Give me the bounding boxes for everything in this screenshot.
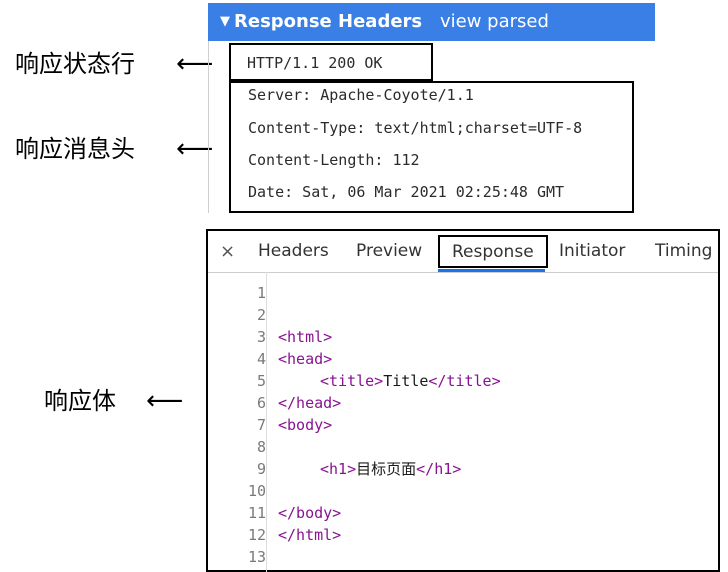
section-divider bbox=[208, 41, 209, 213]
status-line-box: HTTP/1.1 200 OK bbox=[229, 43, 433, 81]
close-icon[interactable]: × bbox=[220, 231, 235, 272]
line-number: 6 bbox=[256, 394, 266, 412]
line-number: 10 bbox=[247, 482, 266, 500]
line-number: 3 bbox=[256, 328, 266, 346]
code-text: <html> bbox=[278, 328, 333, 346]
header-line: Date: Sat, 06 Mar 2021 02:25:48 GMT bbox=[248, 183, 565, 201]
headers-box: Server: Apache-Coyote/1.1 Content-Type: … bbox=[229, 81, 634, 213]
tab-initiator[interactable]: Initiator bbox=[559, 231, 625, 272]
code-content: Title bbox=[383, 372, 429, 390]
code-text: </head> bbox=[278, 394, 342, 412]
line-number: 8 bbox=[256, 438, 266, 456]
code-text: <head> bbox=[278, 350, 333, 368]
code-text: </body> bbox=[278, 504, 342, 522]
view-parsed-link[interactable]: view parsed bbox=[440, 3, 549, 41]
tab-timing[interactable]: Timing bbox=[655, 231, 712, 272]
header-line: Server: Apache-Coyote/1.1 bbox=[248, 86, 474, 104]
code-content: 目标页面 bbox=[356, 460, 417, 478]
annotation-status-line: 响应状态行 bbox=[15, 50, 135, 78]
response-headers-header[interactable]: ▼ Response Headers view parsed bbox=[208, 3, 655, 41]
annotation-headers: 响应消息头 bbox=[15, 135, 135, 163]
header-line: Content-Length: 112 bbox=[248, 151, 420, 169]
code-tag: </h1> bbox=[416, 460, 462, 478]
active-tab-indicator bbox=[438, 269, 545, 272]
tab-bar: × Headers Preview Response Initiator Tim… bbox=[208, 231, 718, 273]
line-number: 2 bbox=[256, 306, 266, 324]
header-line: Content-Type: text/html;charset=UTF-8 bbox=[248, 119, 583, 137]
code-text: </html> bbox=[278, 526, 342, 544]
devtools-panel: × Headers Preview Response Initiator Tim… bbox=[206, 229, 720, 572]
tab-headers[interactable]: Headers bbox=[258, 231, 329, 272]
triangle-down-icon[interactable]: ▼ bbox=[220, 3, 230, 41]
line-number: 9 bbox=[256, 460, 266, 478]
arrow-left-icon: ⟵ bbox=[146, 386, 184, 416]
code-text: <h1>目标页面</h1> bbox=[320, 458, 461, 480]
code-tag: <h1> bbox=[320, 460, 357, 478]
line-number: 7 bbox=[256, 416, 266, 434]
line-number: 1 bbox=[256, 284, 266, 302]
code-text: <body> bbox=[278, 416, 333, 434]
annotation-body: 响应体 bbox=[44, 387, 116, 415]
line-number: 5 bbox=[256, 372, 266, 390]
tab-response[interactable]: Response bbox=[438, 235, 548, 268]
response-headers-title: Response Headers bbox=[234, 11, 423, 32]
status-line-text: HTTP/1.1 200 OK bbox=[247, 54, 383, 72]
tab-preview[interactable]: Preview bbox=[356, 231, 422, 272]
line-number: 11 bbox=[247, 504, 266, 522]
code-tag: <title> bbox=[320, 372, 384, 390]
line-number: 12 bbox=[247, 526, 266, 544]
line-number: 4 bbox=[256, 350, 266, 368]
code-text: <title>Title</title> bbox=[320, 370, 501, 392]
line-number: 13 bbox=[247, 548, 266, 566]
code-tag: </title> bbox=[428, 372, 501, 390]
